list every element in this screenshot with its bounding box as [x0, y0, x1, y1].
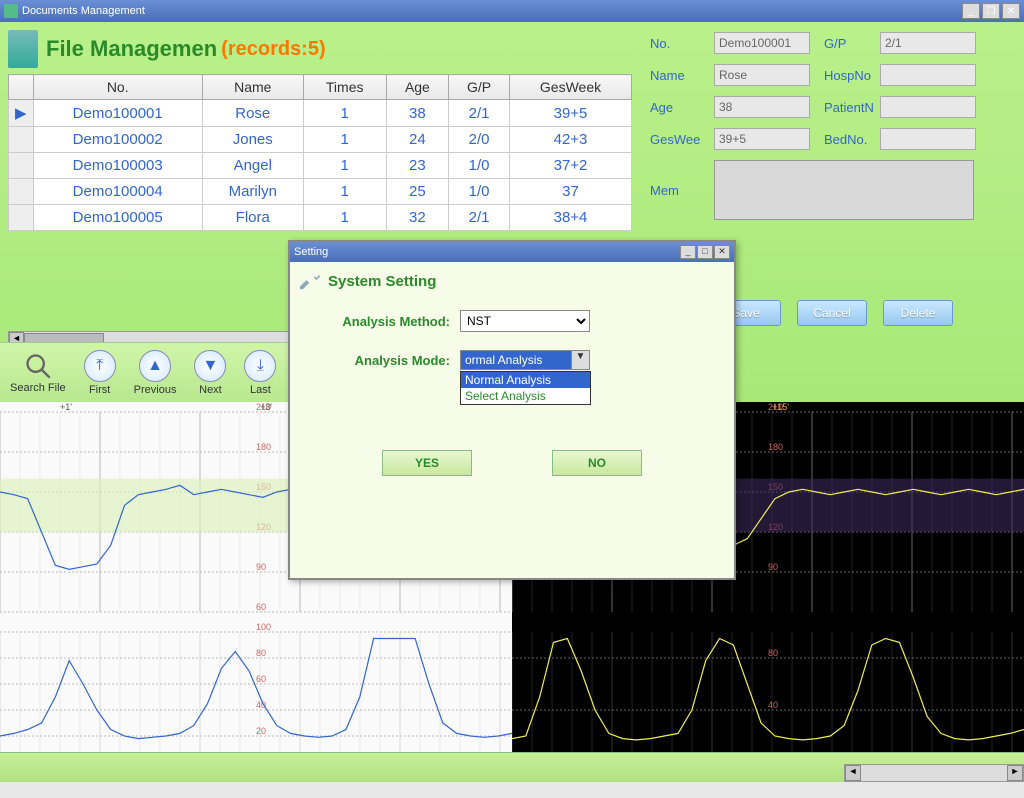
no-button[interactable]: NO: [552, 450, 642, 476]
down-icon: ▼: [194, 350, 226, 382]
svg-text:80: 80: [256, 648, 266, 658]
svg-text:40: 40: [768, 700, 778, 710]
scroll-right-button[interactable]: ►: [1007, 765, 1023, 781]
maximize-button[interactable]: ❐: [982, 3, 1000, 19]
table-row[interactable]: Demo100005Flora1322/138+4: [9, 205, 632, 231]
analysis-mode-select[interactable]: ormal Analysis ▼ Normal Analysis Select …: [460, 350, 590, 370]
name-field[interactable]: [714, 64, 810, 86]
gesweek-field[interactable]: [714, 128, 810, 150]
delete-button[interactable]: Delete: [883, 300, 953, 326]
record-count: (records:5): [221, 38, 325, 61]
patientn-label: PatientN: [824, 100, 876, 115]
window-title: Documents Management: [22, 5, 145, 17]
column-header[interactable]: Name: [202, 75, 303, 100]
folder-icon: [8, 30, 38, 68]
hospno-field[interactable]: [880, 64, 976, 86]
svg-text:+3': +3': [260, 402, 272, 412]
gesweek-label: GesWee: [650, 132, 708, 147]
no-field[interactable]: [714, 32, 810, 54]
svg-text:100: 100: [256, 622, 271, 632]
no-label: No.: [650, 36, 708, 51]
bedno-field[interactable]: [880, 128, 976, 150]
dropdown-option[interactable]: Select Analysis: [461, 388, 590, 404]
records-table[interactable]: No.NameTimesAgeG/PGesWeek ▶Demo100001Ros…: [8, 74, 632, 231]
svg-text:20: 20: [256, 726, 266, 736]
svg-text:+15': +15': [772, 402, 789, 412]
svg-text:60: 60: [256, 602, 266, 612]
dialog-max-button[interactable]: □: [697, 245, 713, 259]
yes-button[interactable]: YES: [382, 450, 472, 476]
dialog-close-button[interactable]: ✕: [714, 245, 730, 259]
previous-button[interactable]: ▲Previous: [134, 350, 177, 396]
search-file-button[interactable]: Search File: [10, 352, 66, 394]
table-row[interactable]: Demo100004Marilyn1251/037: [9, 179, 632, 205]
svg-text:60: 60: [256, 674, 266, 684]
page-title: File Managemen: [46, 36, 217, 62]
svg-text:180: 180: [256, 442, 271, 452]
svg-text:+1': +1': [60, 402, 72, 412]
dialog-titlebar: Setting _ □ ✕: [290, 242, 734, 262]
gp-field[interactable]: [880, 32, 976, 54]
age-field[interactable]: [714, 96, 810, 118]
gp-label: G/P: [824, 36, 876, 51]
first-icon: ⤒: [84, 350, 116, 382]
column-header[interactable]: No.: [33, 75, 202, 100]
svg-text:90: 90: [256, 562, 266, 572]
svg-text:180: 180: [768, 442, 783, 452]
bottom-scrollbar[interactable]: ◄ ►: [844, 764, 1024, 782]
column-header[interactable]: GesWeek: [510, 75, 632, 100]
patientn-field[interactable]: [880, 96, 976, 118]
next-button[interactable]: ▼Next: [194, 350, 226, 396]
setting-dialog: Setting _ □ ✕ System Setting Analysis Me…: [288, 240, 736, 580]
hospno-label: HospNo: [824, 68, 876, 83]
chevron-down-icon: ▼: [571, 351, 589, 369]
mem-field[interactable]: [714, 160, 974, 220]
bottom-bar: ◄ ►: [0, 752, 1024, 782]
column-header[interactable]: G/P: [449, 75, 510, 100]
first-button[interactable]: ⤒First: [84, 350, 116, 396]
svg-text:90: 90: [768, 562, 778, 572]
scroll-left-button[interactable]: ◄: [845, 765, 861, 781]
app-icon: [4, 4, 18, 18]
dropdown-option[interactable]: Normal Analysis: [461, 372, 590, 388]
age-label: Age: [650, 100, 708, 115]
analysis-method-label: Analysis Method:: [330, 314, 460, 329]
column-header[interactable]: Times: [303, 75, 386, 100]
table-row[interactable]: Demo100002Jones1242/042+3: [9, 127, 632, 153]
up-icon: ▲: [139, 350, 171, 382]
dialog-title: Setting: [294, 246, 328, 258]
minimize-button[interactable]: _: [962, 3, 980, 19]
table-row[interactable]: ▶Demo100001Rose1382/139+5: [9, 100, 632, 127]
dialog-min-button[interactable]: _: [680, 245, 696, 259]
search-icon: [24, 352, 52, 380]
name-label: Name: [650, 68, 708, 83]
bedno-label: BedNo.: [824, 132, 876, 147]
svg-text:80: 80: [768, 648, 778, 658]
column-header[interactable]: Age: [386, 75, 448, 100]
mem-label: Mem: [650, 183, 708, 198]
table-row[interactable]: Demo100003Angel1231/037+2: [9, 153, 632, 179]
window-titlebar: Documents Management _ ❐ ✕: [0, 0, 1024, 22]
cancel-button[interactable]: Cancel: [797, 300, 867, 326]
settings-icon: [300, 270, 322, 292]
analysis-mode-label: Analysis Mode:: [330, 353, 460, 368]
close-button[interactable]: ✕: [1002, 3, 1020, 19]
last-icon: ⤓: [244, 350, 276, 382]
analysis-mode-dropdown: Normal Analysis Select Analysis: [460, 371, 591, 405]
analysis-method-select[interactable]: NST: [460, 310, 590, 332]
last-button[interactable]: ⤓Last: [244, 350, 276, 396]
dialog-heading: System Setting: [328, 273, 436, 290]
